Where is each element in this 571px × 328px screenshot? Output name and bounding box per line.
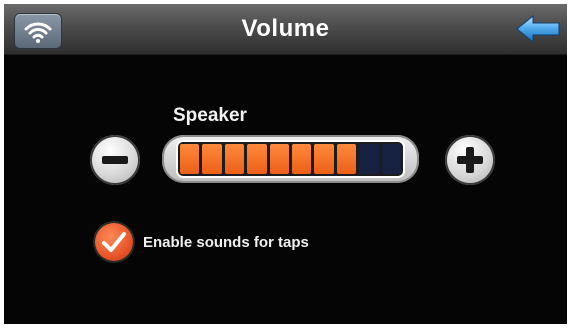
volume-decrease-button[interactable]	[90, 135, 140, 185]
volume-segment	[180, 144, 200, 174]
volume-increase-button[interactable]	[445, 135, 495, 185]
volume-segment	[247, 144, 267, 174]
volume-segment	[381, 144, 402, 174]
title-bar: Volume	[4, 4, 567, 55]
volume-segment	[359, 144, 379, 174]
volume-level-bar	[178, 142, 403, 176]
volume-segment	[292, 144, 312, 174]
page-title: Volume	[241, 15, 330, 42]
volume-segment	[202, 144, 222, 174]
volume-screen: Volume Speaker Enable sounds for taps	[4, 4, 567, 324]
back-arrow-icon	[516, 14, 560, 44]
speaker-label: Speaker	[173, 105, 247, 126]
volume-segment	[314, 144, 334, 174]
checkmark-icon	[102, 232, 126, 252]
volume-segment	[336, 144, 357, 174]
back-button[interactable]	[515, 14, 561, 44]
tap-sounds-option[interactable]: Enable sounds for taps	[95, 222, 309, 262]
tap-sounds-checkbox[interactable]	[95, 223, 133, 261]
volume-segment	[224, 144, 245, 174]
tap-sounds-label: Enable sounds for taps	[143, 233, 309, 251]
volume-segment	[269, 144, 290, 174]
volume-slider[interactable]	[162, 135, 419, 183]
